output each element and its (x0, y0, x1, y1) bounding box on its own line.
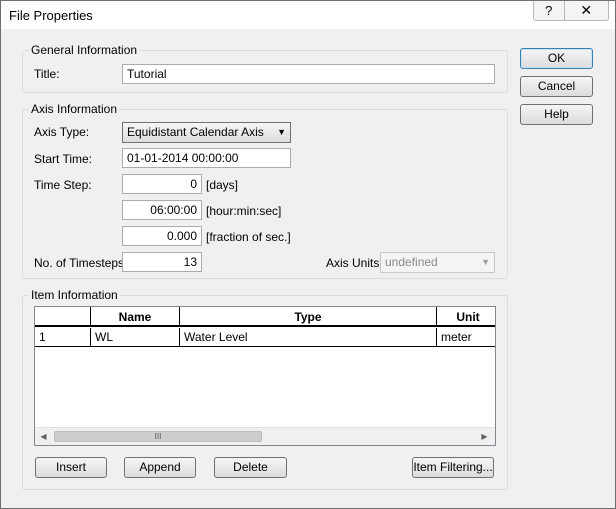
column-header-unit[interactable]: Unit (437, 307, 495, 327)
axis-units-select[interactable]: undefined ▼ (380, 252, 495, 273)
row-index-cell[interactable]: 1 (35, 328, 91, 347)
horizontal-scrollbar[interactable]: ◀ III ▶ (35, 427, 495, 445)
timesteps-input[interactable]: 13 (122, 252, 202, 272)
time-step-fraction-input[interactable]: 0.000 (122, 226, 202, 246)
window-title: File Properties (9, 8, 93, 23)
timesteps-label: No. of Timesteps: (34, 256, 128, 270)
time-step-days-input[interactable]: 0 (122, 174, 202, 194)
scroll-left-icon[interactable]: ◀ (35, 428, 52, 445)
title-input[interactable]: Tutorial (122, 64, 495, 84)
axis-type-select[interactable]: Equidistant Calendar Axis ▼ (122, 122, 291, 143)
help-button[interactable]: Help (520, 104, 593, 125)
title-label: Title: (34, 67, 60, 81)
cancel-button[interactable]: Cancel (520, 76, 593, 97)
row-name-cell[interactable]: WL (91, 328, 180, 347)
append-button[interactable]: Append (124, 457, 196, 478)
insert-button[interactable]: Insert (35, 457, 107, 478)
help-icon[interactable]: ? (533, 1, 565, 21)
row-unit-cell[interactable]: meter (437, 328, 495, 347)
title-bar: File Properties ? ✕ (1, 1, 615, 29)
fraction-unit-label: [fraction of sec.] (206, 230, 291, 244)
axis-type-label: Axis Type: (34, 125, 90, 139)
item-information-label: Item Information (29, 288, 120, 302)
scroll-right-icon[interactable]: ▶ (476, 428, 493, 445)
delete-button[interactable]: Delete (214, 457, 287, 478)
row-type-cell[interactable]: Water Level (180, 328, 437, 347)
days-unit-label: [days] (206, 178, 239, 192)
axis-information-label: Axis Information (29, 102, 120, 116)
ok-button[interactable]: OK (520, 48, 593, 69)
chevron-down-icon: ▼ (277, 127, 286, 137)
title-bar-buttons: ? ✕ (533, 1, 609, 21)
column-header-name[interactable]: Name (91, 307, 180, 327)
file-properties-window: File Properties ? ✕ General Information … (0, 0, 616, 509)
start-time-label: Start Time: (34, 152, 93, 166)
general-information-label: General Information (29, 43, 140, 57)
time-step-hms-input[interactable]: 06:00:00 (122, 200, 202, 220)
item-filtering-button[interactable]: Item Filtering... (412, 457, 494, 478)
axis-units-value: undefined (385, 255, 438, 269)
axis-units-label: Axis Units: (326, 256, 383, 270)
column-header-index[interactable] (35, 307, 91, 327)
start-time-input[interactable]: 01-01-2014 00:00:00 (122, 148, 291, 168)
hms-unit-label: [hour:min:sec] (206, 204, 282, 218)
item-grid[interactable]: Name Type Unit 1 WL Water Level meter ◀ … (34, 306, 496, 446)
chevron-down-icon: ▼ (481, 257, 490, 267)
axis-type-value: Equidistant Calendar Axis (127, 125, 264, 139)
column-header-type[interactable]: Type (180, 307, 437, 327)
close-icon[interactable]: ✕ (564, 1, 609, 21)
time-step-label: Time Step: (34, 178, 92, 192)
scroll-thumb[interactable]: III (54, 431, 262, 442)
